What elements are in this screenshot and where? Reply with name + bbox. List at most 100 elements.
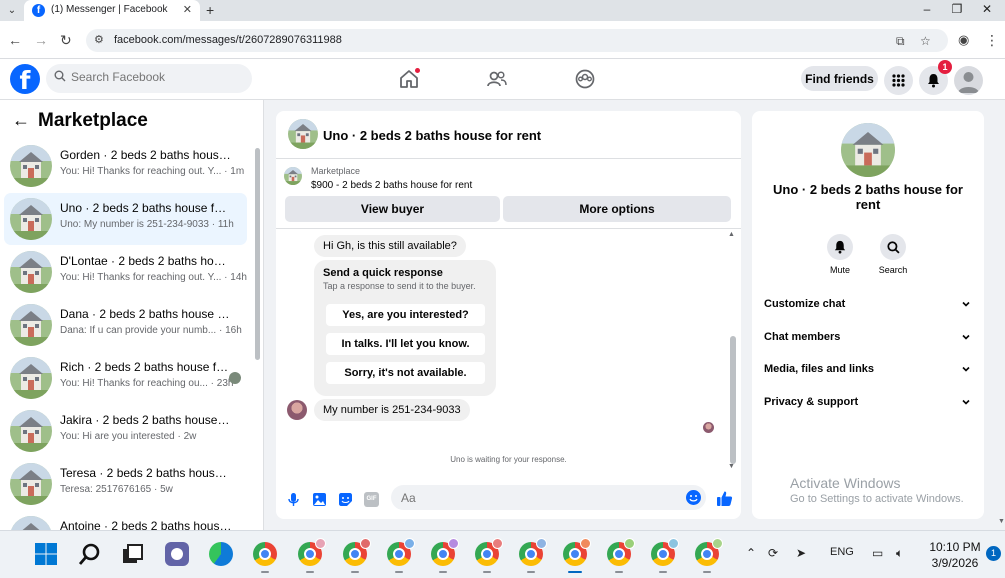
chevron-down-icon <box>962 301 970 307</box>
microphone-icon[interactable] <box>286 492 301 507</box>
message-input[interactable] <box>401 491 671 505</box>
menu-icon[interactable]: ⋮ <box>985 32 999 49</box>
site-info-icon[interactable]: ⚙ <box>94 33 104 46</box>
page-scrollbar[interactable]: ▼ <box>997 100 1005 530</box>
quick-reply-yes-button[interactable]: Yes, are you interested? <box>326 304 485 326</box>
listing-thumbnail <box>10 410 52 452</box>
scroll-down-icon[interactable]: ▼ <box>998 518 1005 525</box>
friends-icon[interactable] <box>486 68 508 90</box>
conversation-item[interactable]: Uno · 2 beds 2 baths house for rent Uno: … <box>4 193 247 245</box>
teams-icon[interactable] <box>165 542 189 566</box>
star-icon[interactable]: ☆ <box>920 34 931 48</box>
listing-thumbnail[interactable] <box>288 119 318 149</box>
browser-tab[interactable]: f (1) Messenger | Facebook ✕ <box>24 0 200 21</box>
start-icon[interactable] <box>34 542 58 566</box>
system-clock[interactable]: 10:10 PM 3/9/2026 <box>924 539 986 571</box>
view-buyer-button[interactable]: View buyer <box>285 196 500 222</box>
chevron-down-icon <box>962 366 970 372</box>
info-section-row[interactable]: Privacy & support <box>752 388 984 418</box>
edge-icon[interactable] <box>209 542 233 566</box>
conversation-item[interactable]: Antoine · 2 beds 2 baths house for rent <box>4 511 247 530</box>
install-app-icon[interactable]: ⧉ <box>896 34 905 49</box>
chrome-profile-icon[interactable] <box>519 538 547 573</box>
listing-thumbnail-small[interactable] <box>284 167 302 185</box>
scrollbar[interactable] <box>730 336 736 464</box>
back-icon[interactable]: ← <box>8 32 22 48</box>
url-text[interactable]: facebook.com/messages/t/2607289076311988 <box>114 34 342 46</box>
tab-title: (1) Messenger | Facebook <box>51 4 168 15</box>
quick-reply-in-talks-button[interactable]: In talks. I'll let you know. <box>326 333 485 355</box>
account-avatar[interactable] <box>954 66 983 95</box>
conversation-item[interactable]: Dana · 2 beds 2 baths house for rent Dana… <box>4 299 247 351</box>
conversation-preview: You: Hi! Thanks for reaching out. Y... ·… <box>60 272 247 283</box>
find-friends-button[interactable]: Find friends <box>801 66 878 91</box>
chat-window: Uno · 2 beds 2 baths house for rent i Ma… <box>276 111 741 519</box>
profile-icon[interactable]: ◉ <box>958 32 969 48</box>
conversation-item[interactable]: Rich · 2 beds 2 baths house for rent You:… <box>4 352 247 404</box>
listing-thumbnail <box>10 198 52 240</box>
scroll-down-icon[interactable]: ▼ <box>728 463 735 470</box>
listing-photo[interactable] <box>841 123 895 177</box>
scroll-up-icon[interactable]: ▲ <box>728 231 735 238</box>
notification-center-badge[interactable]: 1 <box>986 546 1001 561</box>
chrome-profile-icon[interactable] <box>563 538 591 573</box>
chrome-profile-icon[interactable] <box>343 538 371 573</box>
chrome-profile-icon[interactable] <box>431 538 459 573</box>
volume-icon[interactable]: 🔈︎ <box>896 546 903 561</box>
tab-search-icon[interactable]: ⌄ <box>4 3 20 18</box>
info-section-row[interactable]: Media, files and links <box>752 355 984 385</box>
location-icon[interactable]: ➤ <box>796 546 806 560</box>
conversation-item[interactable]: Teresa · 2 beds 2 baths house for rent Te… <box>4 458 247 510</box>
waiting-notice: Uno is waiting for your response. <box>450 455 567 464</box>
language-indicator[interactable]: ENG <box>830 546 854 558</box>
menu-grid-button[interactable] <box>884 66 913 95</box>
search-input[interactable] <box>71 70 241 84</box>
conversation-item[interactable]: Jakira · 2 beds 2 baths house for rent Yo… <box>4 405 247 457</box>
emoji-icon[interactable] <box>686 490 701 505</box>
network-icon[interactable]: ▭ <box>872 546 883 560</box>
chrome-icon[interactable] <box>253 542 277 573</box>
chrome-profile-icon[interactable] <box>475 538 503 573</box>
scrollbar[interactable] <box>255 148 260 360</box>
omnibox[interactable]: ⚙ facebook.com/messages/t/26072890763119… <box>86 29 948 52</box>
conversation-item[interactable]: Gorden · 2 beds 2 baths house for rent Yo… <box>4 140 247 192</box>
facebook-logo-icon[interactable]: f <box>10 64 40 94</box>
minimize-icon[interactable]: – <box>912 2 942 16</box>
message-field[interactable] <box>391 485 706 510</box>
thumbs-up-icon[interactable] <box>716 490 733 507</box>
search-label: Search <box>878 265 908 275</box>
back-arrow-icon[interactable]: ← <box>12 110 30 131</box>
facebook-favicon-icon: f <box>32 4 45 17</box>
search-icon[interactable] <box>78 542 102 566</box>
chrome-profile-icon[interactable] <box>651 538 679 573</box>
maximize-icon[interactable]: ❐ <box>942 2 972 16</box>
conversation-item[interactable]: D'Lontae · 2 beds 2 baths house for rent… <box>4 246 247 298</box>
listing-price[interactable]: $900 - 2 beds 2 baths house for rent <box>311 180 472 191</box>
sender-avatar[interactable] <box>287 400 307 420</box>
chrome-profile-icon[interactable] <box>298 538 326 573</box>
tab-close-icon[interactable]: ✕ <box>183 3 192 16</box>
sync-icon[interactable]: ⟳ <box>768 546 778 560</box>
info-section-row[interactable]: Chat members <box>752 323 984 353</box>
gif-icon[interactable]: GIF <box>364 492 379 507</box>
chrome-profile-icon[interactable] <box>387 538 415 573</box>
more-options-button[interactable]: More options <box>503 196 731 222</box>
search-in-conversation-button[interactable]: Search <box>863 234 923 275</box>
chat-title[interactable]: Uno · 2 beds 2 baths house for rent <box>323 128 541 143</box>
sticker-icon[interactable] <box>338 492 353 507</box>
new-tab-icon[interactable]: + <box>206 2 214 18</box>
image-icon[interactable] <box>312 492 327 507</box>
reload-icon[interactable]: ↻ <box>60 32 72 49</box>
show-hidden-icons-icon[interactable]: ⌃ <box>746 546 756 560</box>
search-box[interactable] <box>46 64 252 93</box>
quick-reply-not-available-button[interactable]: Sorry, it's not available. <box>326 362 485 384</box>
task-view-icon[interactable] <box>121 542 145 566</box>
listing-thumbnail <box>10 145 52 187</box>
chrome-profile-icon[interactable] <box>695 538 723 573</box>
forward-icon[interactable]: → <box>34 32 48 48</box>
info-section-row[interactable]: Customize chat <box>752 290 984 320</box>
close-icon[interactable]: ✕ <box>972 2 1002 16</box>
groups-icon[interactable] <box>574 68 596 90</box>
mute-button[interactable]: Mute <box>810 234 870 275</box>
chrome-profile-icon[interactable] <box>607 538 635 573</box>
